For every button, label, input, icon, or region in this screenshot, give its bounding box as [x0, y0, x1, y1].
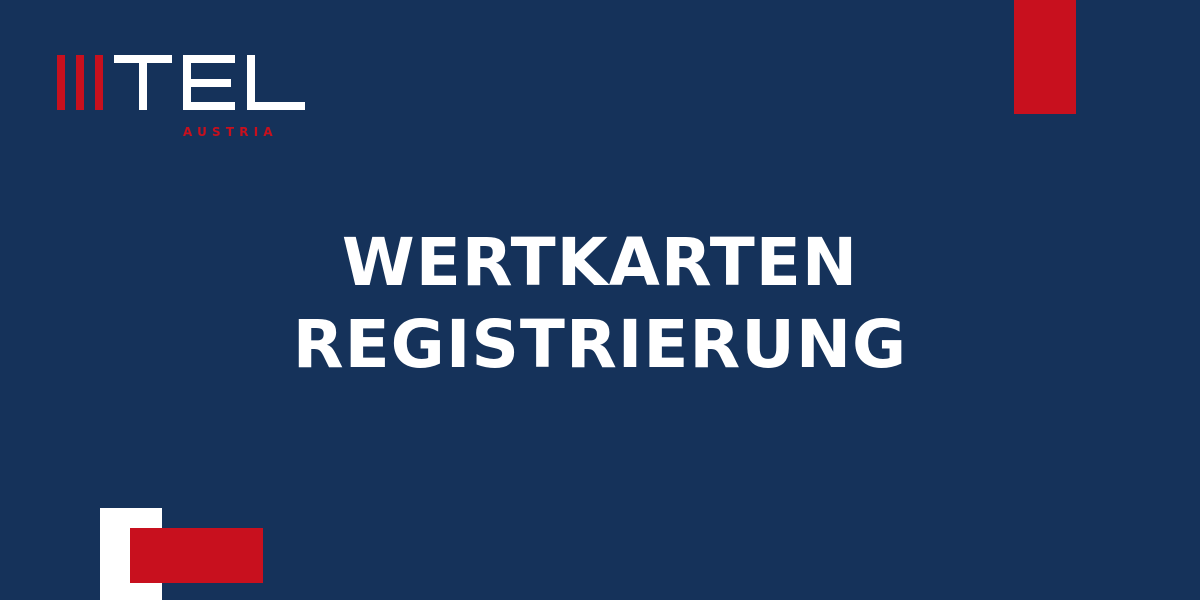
brand-subtitle: AUSTRIA	[183, 125, 278, 139]
page-title-line-1: WERTKARTEN	[341, 224, 859, 301]
brand-logo-icon	[57, 55, 305, 110]
decorative-block-bottom-left-red	[130, 528, 263, 583]
decorative-block-top-right	[1014, 0, 1076, 114]
brand-logo: AUSTRIA	[55, 53, 307, 141]
page-title: WERTKARTEN REGISTRIERUNG	[0, 222, 1200, 386]
banner: AUSTRIA WERTKARTEN REGISTRIERUNG	[0, 0, 1200, 600]
page-title-line-2: REGISTRIERUNG	[292, 306, 908, 383]
